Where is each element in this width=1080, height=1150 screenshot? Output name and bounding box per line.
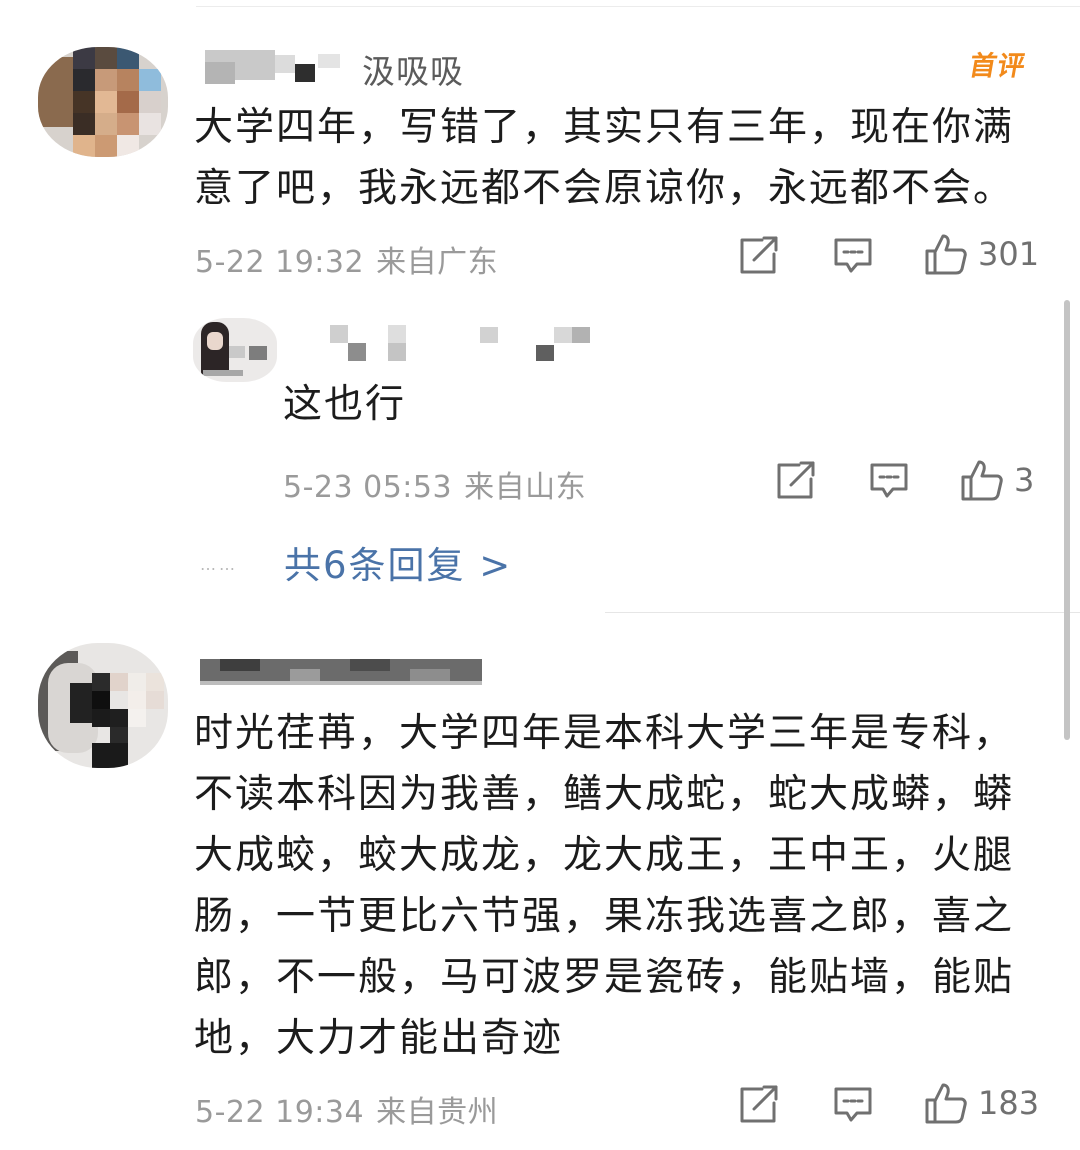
comment-meta: 5-22 19:32 来自广东 <box>195 237 498 281</box>
comment-button[interactable] <box>833 237 873 275</box>
comment-time: 5-22 19:34 <box>195 1095 365 1130</box>
thumbs-up-icon <box>961 460 1003 501</box>
like-button[interactable]: 183 <box>924 1081 1039 1125</box>
like-count: 183 <box>978 1084 1040 1122</box>
comment-icon <box>834 238 872 273</box>
reply-like-count: 3 <box>1014 461 1035 499</box>
reply-time: 5-23 05:53 <box>283 470 453 505</box>
reply-avatar[interactable] <box>193 318 277 382</box>
section-divider <box>605 612 1080 613</box>
username-mosaic[interactable] <box>200 655 482 685</box>
avatar[interactable] <box>38 47 168 157</box>
reply-comment-button[interactable] <box>869 462 909 500</box>
first-comment-badge: 首评 <box>966 51 1029 82</box>
reply-username-mosaic[interactable] <box>330 325 600 365</box>
avatar[interactable] <box>38 643 168 768</box>
repost-icon <box>740 236 778 274</box>
username-mosaic[interactable] <box>200 50 370 86</box>
comment-text: 大学四年，写错了，其实只有三年，现在你满意了吧，我永远都不会原谅你，永远都不会。 <box>194 105 1015 211</box>
thumbs-up-icon <box>925 1083 967 1124</box>
top-divider <box>196 6 1080 7</box>
reply-meta: 5-23 05:53 来自山东 <box>283 462 586 506</box>
reply-text: 这也行 <box>283 382 407 427</box>
scrollbar[interactable] <box>1064 300 1070 740</box>
like-count: 301 <box>978 235 1040 273</box>
thumbs-up-icon <box>925 234 967 275</box>
more-dots: …… <box>200 555 238 574</box>
comment-icon <box>870 463 908 498</box>
repost-icon <box>740 1085 778 1123</box>
repost-button[interactable] <box>738 1085 780 1125</box>
repost-button[interactable] <box>738 236 780 276</box>
reply-location: 来自山东 <box>464 470 587 505</box>
comment-location: 来自广东 <box>376 245 499 280</box>
comment-location: 来自贵州 <box>376 1095 499 1130</box>
reply-like-button[interactable]: 3 <box>960 458 1034 502</box>
comment-text: 时光荏苒，大学四年是本科大学三年是专科，不读本科因为我善，鳝大成蛇，蛇大成蟒，蟒… <box>194 711 1015 1061</box>
username-partial[interactable]: 汲吸吸 <box>362 45 464 93</box>
repost-icon <box>777 461 815 499</box>
reply-repost-button[interactable] <box>775 461 817 501</box>
comment-button[interactable] <box>833 1086 873 1124</box>
more-replies-link[interactable]: 共6条回复 > <box>284 535 512 589</box>
comment-icon <box>834 1087 872 1122</box>
like-button[interactable]: 301 <box>924 232 1039 276</box>
comment-time: 5-22 19:32 <box>195 245 365 280</box>
comment-meta: 5-22 19:34 来自贵州 <box>195 1087 498 1131</box>
